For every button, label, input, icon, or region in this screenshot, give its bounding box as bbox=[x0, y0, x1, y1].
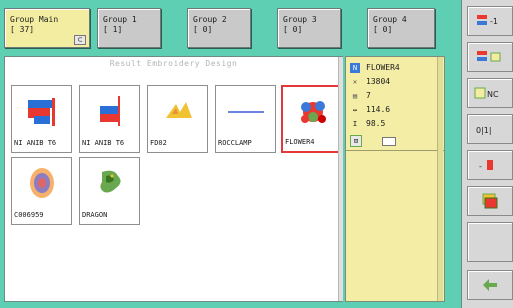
frame-preview bbox=[382, 137, 396, 146]
design-name: NI ANIB T6 bbox=[14, 139, 57, 147]
name-icon: N bbox=[350, 63, 360, 73]
embroidery-flag-icon bbox=[28, 98, 55, 126]
design-name: DRAGON bbox=[82, 211, 108, 219]
stitch-icon: ✕ bbox=[352, 78, 358, 86]
tab-count: [ 37] bbox=[10, 25, 35, 34]
color-changes-icon: ▤ bbox=[352, 92, 358, 100]
width-icon: ↔ bbox=[352, 106, 358, 114]
design-name: NI ANIB T6 bbox=[82, 139, 125, 147]
nc-button[interactable]: NC bbox=[467, 78, 513, 108]
delete-icon: - bbox=[479, 160, 493, 171]
height-value: 98.5 bbox=[366, 119, 386, 128]
delete-button[interactable]: - bbox=[467, 150, 513, 180]
nc-icon: NC bbox=[474, 87, 499, 99]
tab-group-main[interactable]: Group Main [ 37] ⊂ bbox=[4, 8, 90, 48]
design-thumb-7[interactable]: DRAGON bbox=[79, 157, 140, 225]
svg-text:0|1|: 0|1| bbox=[476, 126, 492, 135]
design-thumb-2[interactable]: NI ANIB T6 bbox=[79, 85, 140, 153]
yellow-shape-icon bbox=[166, 102, 192, 118]
width-value: 114.6 bbox=[366, 105, 391, 114]
design-thumb-1[interactable]: NI ANIB T6 bbox=[11, 85, 72, 153]
detail-stitches-row: ✕ 13804 bbox=[350, 77, 442, 89]
round-pattern-icon bbox=[30, 168, 54, 198]
tab-label: Group 2 bbox=[193, 15, 227, 24]
list-scrollbar[interactable] bbox=[338, 57, 343, 301]
line-icon bbox=[228, 111, 264, 113]
design-name: C006959 bbox=[14, 211, 44, 219]
move-group-icon: -1 bbox=[477, 15, 498, 26]
svg-text:-1: -1 bbox=[490, 17, 498, 26]
detail-scrollbar[interactable] bbox=[437, 57, 443, 301]
design-thumb-4[interactable]: ROCCLAMP bbox=[215, 85, 276, 153]
tab-count: [ 0] bbox=[283, 25, 303, 34]
tab-group-4[interactable]: Group 4 [ 0] bbox=[367, 8, 435, 48]
svg-text:-: - bbox=[479, 162, 482, 171]
tab-group-3[interactable]: Group 3 [ 0] bbox=[277, 8, 341, 48]
move-to-group-c-button[interactable] bbox=[467, 42, 513, 72]
tab-label: Group Main bbox=[10, 15, 59, 24]
return-button[interactable] bbox=[467, 270, 513, 300]
copy-icon bbox=[482, 193, 498, 209]
svg-text:NC: NC bbox=[487, 90, 499, 99]
sort-button[interactable]: 0|1| bbox=[467, 114, 513, 144]
design-name: FD02 bbox=[150, 139, 167, 147]
tab-label: Group 4 bbox=[373, 15, 407, 24]
color-count-value: 7 bbox=[366, 91, 371, 100]
detail-width-row: ↔ 114.6 bbox=[350, 105, 442, 117]
detail-name-row: N FLOWER4 bbox=[350, 63, 442, 75]
move-to-group-1-button[interactable]: -1 bbox=[467, 6, 513, 36]
flower-icon bbox=[301, 101, 326, 123]
detail-height-row: I 98.5 bbox=[350, 119, 442, 131]
return-arrow-icon bbox=[483, 279, 497, 291]
tab-label: Group 1 bbox=[103, 15, 137, 24]
sort-icon: 0|1| bbox=[476, 126, 492, 135]
embroidery-flag-icon bbox=[100, 96, 120, 126]
tab-count: [ 1] bbox=[103, 25, 123, 34]
design-thumb-5[interactable]: FLOWER4 bbox=[281, 85, 342, 153]
dragon-icon bbox=[100, 170, 121, 193]
copy-button[interactable] bbox=[467, 186, 513, 216]
design-thumb-6[interactable]: C006959 bbox=[11, 157, 72, 225]
design-name-value: FLOWER4 bbox=[366, 63, 400, 72]
frame-icon: ⊡ bbox=[350, 135, 362, 147]
detail-colors-row: ▤ 7 bbox=[350, 91, 442, 103]
tab-label: Group 3 bbox=[283, 15, 317, 24]
design-name: ROCCLAMP bbox=[218, 139, 252, 147]
separator-strip bbox=[447, 0, 461, 308]
panel-title: Result Embroidery Design bbox=[109, 59, 238, 68]
blank-button[interactable] bbox=[467, 222, 513, 262]
tab-count: [ 0] bbox=[373, 25, 393, 34]
design-list-panel: Result Embroidery Design NI ANIB T6 NI A… bbox=[4, 56, 343, 302]
design-thumb-3[interactable]: FD02 bbox=[147, 85, 208, 153]
height-icon: I bbox=[352, 120, 358, 128]
dropdown-icon[interactable]: ⊂ bbox=[74, 35, 86, 45]
tab-group-1[interactable]: Group 1 [ 1] bbox=[97, 8, 161, 48]
tab-group-2[interactable]: Group 2 [ 0] bbox=[187, 8, 251, 48]
stitch-count-value: 13804 bbox=[366, 77, 391, 86]
divider bbox=[346, 150, 444, 151]
design-detail-panel: N FLOWER4 ✕ 13804 ▤ 7 ↔ 114.6 I 98.5 ⊡ bbox=[345, 56, 445, 302]
tab-count: [ 0] bbox=[193, 25, 213, 34]
design-name: FLOWER4 bbox=[285, 138, 315, 146]
right-toolbar: -1 NC 0|1| - bbox=[461, 0, 513, 308]
move-group-c-icon bbox=[477, 51, 501, 62]
